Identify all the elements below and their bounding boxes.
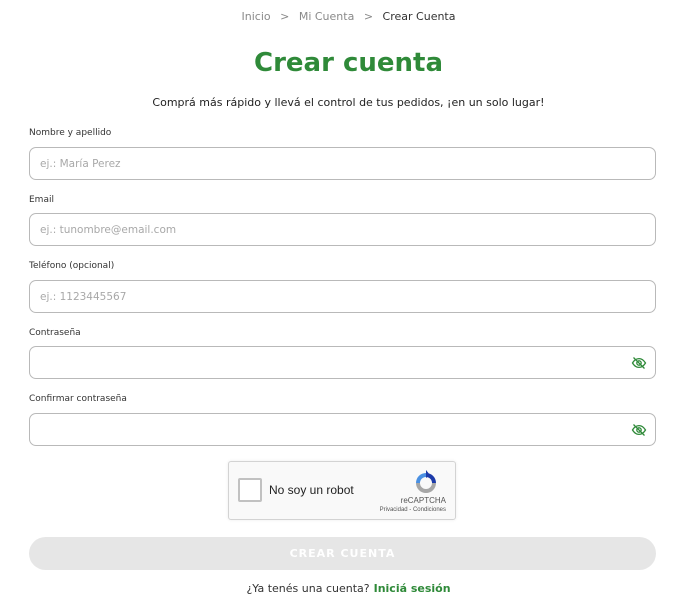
eye-off-icon[interactable]	[631, 422, 647, 438]
login-prompt: ¿Ya tenés una cuenta? Iniciá sesión	[0, 582, 697, 595]
email-field-wrapper	[29, 213, 656, 246]
password-field-wrapper	[29, 346, 656, 379]
create-account-button[interactable]: CREAR CUENTA	[29, 537, 656, 570]
name-label: Nombre y apellido	[29, 128, 112, 138]
recaptcha-label: No soy un robot	[269, 483, 354, 497]
recaptcha-logo-svg	[416, 470, 436, 493]
name-input[interactable]	[30, 148, 655, 179]
breadcrumb-link-mi-cuenta[interactable]: Mi Cuenta	[299, 10, 355, 23]
password-label: Contraseña	[29, 328, 81, 338]
confirm-password-label: Confirmar contraseña	[29, 394, 127, 404]
email-input[interactable]	[30, 214, 655, 245]
recaptcha-logo-icon	[413, 470, 439, 496]
breadcrumb-separator: >	[280, 10, 290, 23]
recaptcha-terms-link[interactable]: Condiciones	[413, 507, 446, 513]
password-input[interactable]	[30, 347, 655, 378]
breadcrumb-separator: >	[363, 10, 374, 23]
recaptcha-checkbox[interactable]	[238, 478, 262, 502]
eye-off-icon-svg	[631, 357, 647, 369]
eye-off-icon[interactable]	[631, 355, 647, 371]
recaptcha-links: Privacidad - Condiciones	[380, 507, 446, 513]
login-prompt-text: ¿Ya tenés una cuenta?	[246, 582, 370, 595]
recaptcha-widget: No soy un robot reCAPTCHA Privacidad - C…	[228, 461, 456, 520]
recaptcha-links-separator: -	[409, 507, 412, 513]
page-title: Crear cuenta	[254, 48, 443, 78]
confirm-password-field-wrapper	[29, 413, 656, 446]
recaptcha-brand: reCAPTCHA	[400, 496, 446, 505]
login-link[interactable]: Iniciá sesión	[374, 582, 451, 595]
eye-off-icon-svg	[631, 424, 647, 436]
page-subtitle: Comprá más rápido y llevá el control de …	[152, 96, 545, 109]
name-field-wrapper	[29, 147, 656, 180]
email-label: Email	[29, 195, 54, 205]
breadcrumb: Inicio > Mi Cuenta > Crear Cuenta	[0, 10, 697, 23]
phone-field-wrapper	[29, 280, 656, 313]
phone-input[interactable]	[30, 281, 655, 312]
confirm-password-input[interactable]	[30, 414, 655, 445]
recaptcha-privacy-link[interactable]: Privacidad	[380, 507, 408, 513]
breadcrumb-current: Crear Cuenta	[382, 10, 456, 23]
breadcrumb-link-inicio[interactable]: Inicio	[242, 10, 271, 23]
phone-label: Teléfono (opcional)	[29, 261, 115, 271]
